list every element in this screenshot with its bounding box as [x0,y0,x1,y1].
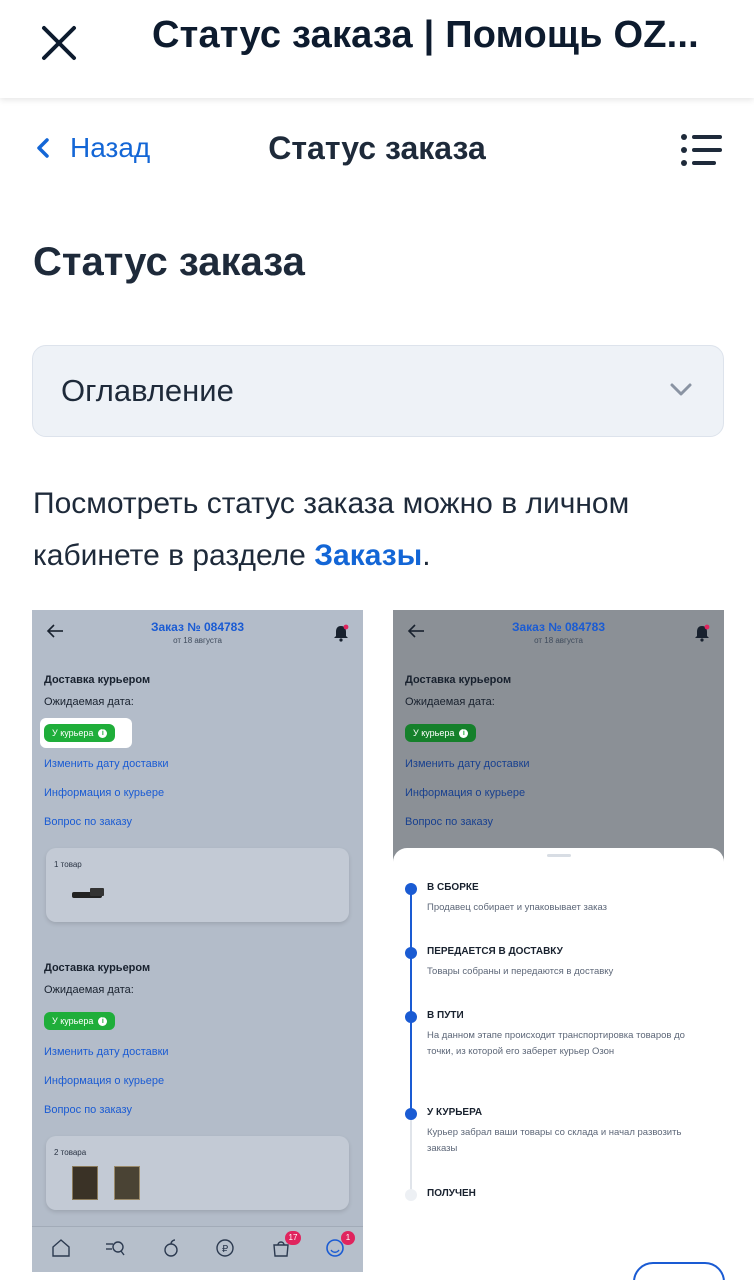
fresh-icon[interactable] [160,1237,182,1259]
paragraph-tail: . [422,539,431,572]
status-dot [405,947,417,959]
cart-badge: 17 [285,1231,301,1245]
status-bottom-sheet: В СБОРКЕ Продавец собирает и упаковывает… [393,848,724,1272]
status-badge: У курьера i [405,724,477,742]
product-card-2[interactable]: 2 товара [46,1136,349,1210]
profile-badge: 1 [341,1231,355,1245]
product-count-2: 2 товара [54,1148,87,1157]
catalog-search-icon[interactable] [104,1237,126,1259]
product-thumbnail [114,1166,140,1200]
status-badge-label: У курьера [52,728,94,738]
status-badge[interactable]: У курьера i [44,724,116,742]
orders-link[interactable]: Заказы [314,539,422,572]
delivery-label-2: Доставка курьером [44,962,151,974]
list-menu-icon[interactable] [680,132,724,168]
chevron-down-icon [670,383,692,396]
expected-date-label: Ожидаемая дата: [44,696,134,708]
status-dot-inactive [405,1189,417,1201]
toc-label: Оглавление [61,373,234,408]
nav-title: Статус заказа [268,130,486,166]
status-desc: На данном этапе происходит транспортиров… [427,1030,685,1057]
status-badge-label: У курьера [413,728,455,738]
product-thumbnail [72,888,104,898]
app-bar: Статус заказа | Помощь OZ... [0,0,754,98]
status-title: В ПУТИ [427,1010,464,1021]
screenshot-order-details: Заказ № 084783 от 18 августа Доставка ку… [32,610,363,1272]
change-date-link[interactable]: Изменить дату доставки [44,758,169,770]
courier-info-link[interactable]: Информация о курьере [44,787,164,799]
change-date-link-2[interactable]: Изменить дату доставки [44,1046,169,1058]
product-card[interactable]: 1 товар [46,848,349,922]
info-icon: i [459,728,469,738]
status-badge-2[interactable]: У курьера i [44,1012,116,1030]
order-question-link[interactable]: Вопрос по заказу [44,816,132,828]
intro-paragraph: Посмотреть статус заказа можно в личном … [33,478,733,582]
delivery-label: Доставка курьером [44,674,151,686]
page-title: Статус заказа [33,240,305,284]
table-of-contents-dropdown[interactable]: Оглавление [32,345,724,437]
progress-line-remaining [410,1114,412,1194]
bell-icon [334,624,349,642]
status-desc: Товары собраны и передаются в доставку [427,966,614,977]
finance-icon[interactable]: ₽ [214,1237,236,1259]
status-title: В СБОРКЕ [427,882,479,893]
status-desc: Продавец собирает и упаковывает заказ [427,902,607,913]
expected-date-label: Ожидаемая дата: [405,696,495,708]
order-title: Заказ № 084783 [511,620,606,634]
status-title: ПОЛУЧЕН [427,1188,476,1199]
order-title: Заказ № 084783 [150,620,245,634]
courier-info-link: Информация о курьере [405,787,526,799]
order-date: от 18 августа [534,636,583,645]
chat-support-button[interactable] [633,1262,725,1280]
status-title: У КУРЬЕРА [427,1107,483,1118]
sheet-handle[interactable] [547,854,571,857]
home-icon[interactable] [50,1237,72,1259]
info-icon: i [98,728,108,738]
page-nav: Назад Статус заказа [0,112,754,192]
screenshot-status-sheet: Заказ № 084783 от 18 августа Доставка ку… [393,610,724,1272]
change-date-link: Изменить дату доставки [405,758,530,770]
order-question-link-2[interactable]: Вопрос по заказу [44,1104,132,1116]
progress-line [410,888,412,1114]
order-question-link: Вопрос по заказу [405,816,493,828]
order-date: от 18 августа [173,636,222,645]
window-title: Статус заказа | Помощь OZ... [152,14,699,56]
svg-text:₽: ₽ [222,1244,229,1255]
delivery-label: Доставка курьером [405,674,512,686]
bell-icon [695,624,710,642]
courier-info-link-2[interactable]: Информация о курьере [44,1075,164,1087]
status-badge-label-2: У курьера [52,1016,94,1026]
status-dot [405,883,417,895]
product-thumbnail [72,1166,98,1200]
status-desc: Курьер забрал ваши товары со склада и на… [427,1127,682,1154]
status-title: ПЕРЕДАЕТСЯ В ДОСТАВКУ [427,946,563,957]
status-dot [405,1011,417,1023]
close-icon[interactable] [34,20,84,70]
expected-date-label-2: Ожидаемая дата: [44,984,134,996]
info-icon: i [98,1016,108,1026]
product-count: 1 товар [54,860,82,869]
status-dot [405,1108,417,1120]
bottom-tab-bar: ₽ 17 1 [32,1226,363,1272]
